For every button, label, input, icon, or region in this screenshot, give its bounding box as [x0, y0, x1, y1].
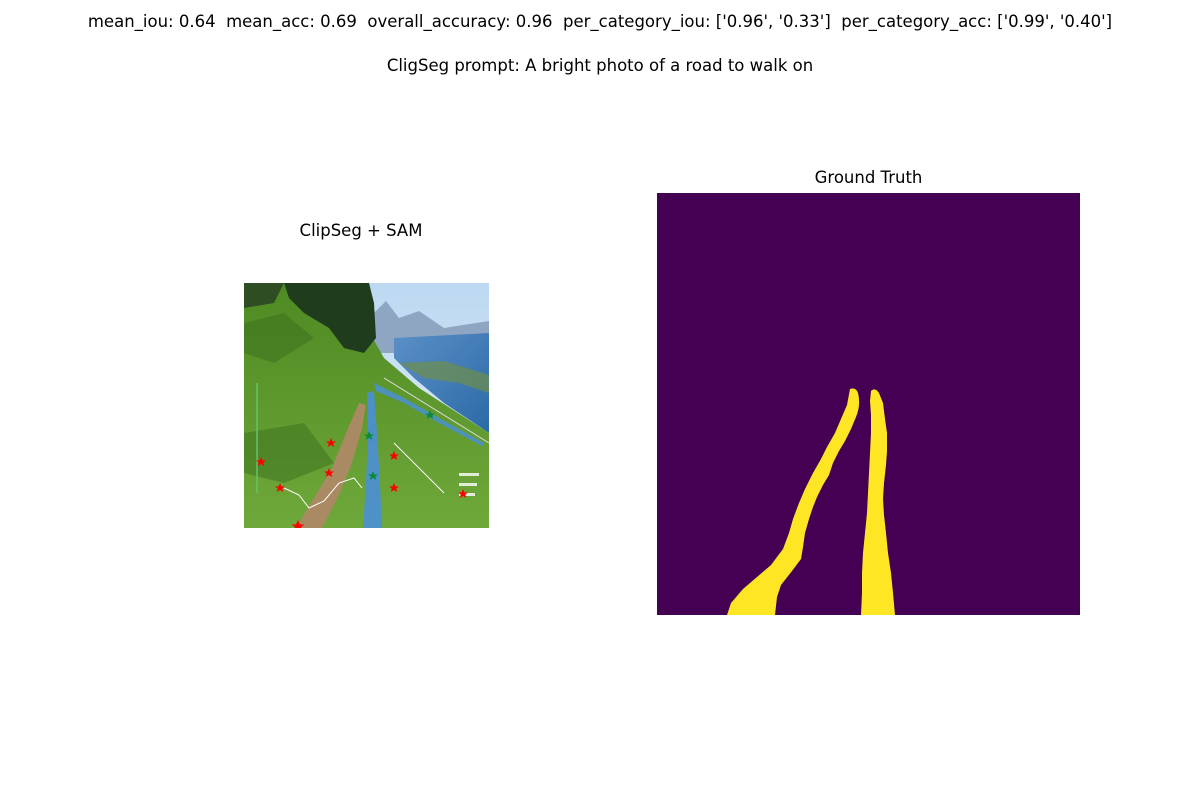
- prompt-line: CligSeg prompt: A bright photo of a road…: [386, 56, 814, 75]
- metrics-line: mean_iou: 0.64 mean_acc: 0.69 overall_ac…: [87, 12, 1113, 31]
- clipseg-sam-title: ClipSeg + SAM: [299, 221, 423, 240]
- clipseg-sam-image: [244, 283, 489, 528]
- ground-truth-title: Ground Truth: [814, 168, 923, 187]
- ground-truth-mask: [657, 193, 1080, 615]
